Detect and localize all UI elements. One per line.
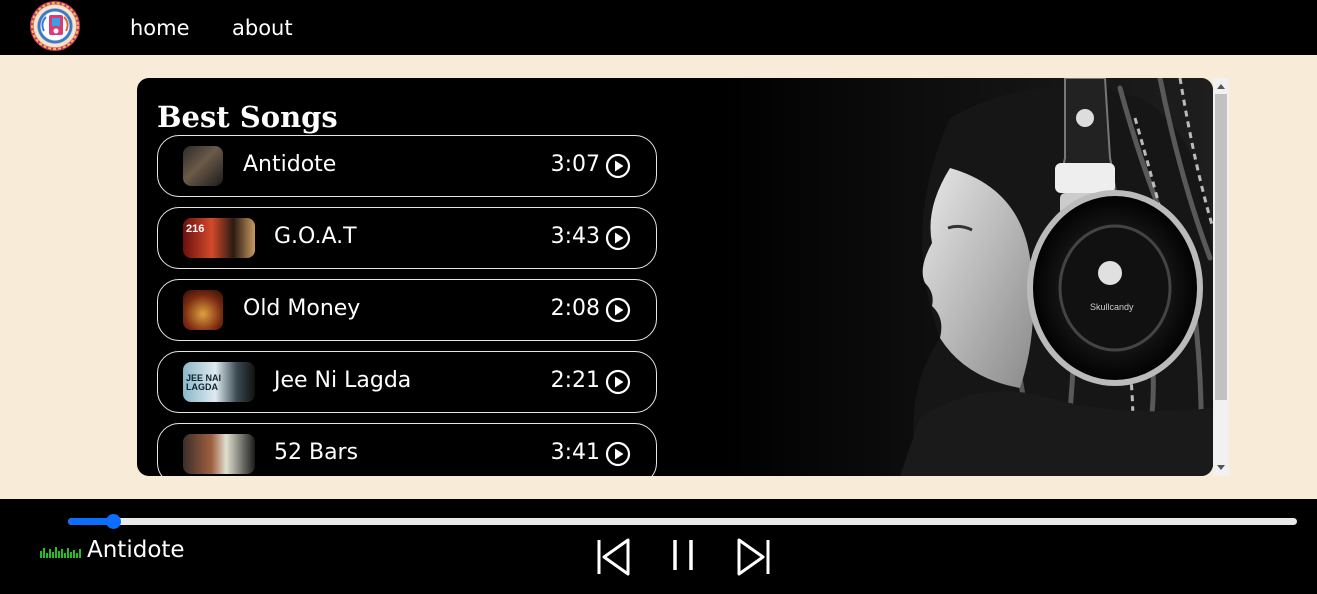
play-circle-icon[interactable] [605,225,631,251]
song-duration: 3:41 [550,440,600,465]
song-name: Antidote [243,152,337,177]
card-title: Best Songs [157,100,338,134]
scroll-up-arrow-icon[interactable] [1217,84,1225,89]
woman-with-headphones-photo: Skullcandy [720,78,1213,476]
player-bar: Antidote [0,499,1317,594]
scrollbar[interactable] [1213,78,1229,476]
song-duration: 3:07 [550,152,600,177]
scroll-down-arrow-icon[interactable] [1217,465,1225,470]
skip-next-icon[interactable] [736,537,772,577]
equalizer-gif-icon [40,547,81,558]
song-duration: 2:08 [550,296,600,321]
album-cover-old-money [183,290,223,330]
song-duration: 3:43 [550,224,600,249]
song-name: Old Money [243,296,361,321]
navbar: home about [0,0,1317,55]
nav-link-home[interactable]: home [130,16,190,40]
pause-icon[interactable] [666,537,702,577]
skip-previous-icon[interactable] [596,537,632,577]
progress-knob[interactable] [106,514,122,529]
song-name: Jee Ni Lagda [274,368,412,393]
album-cover-antidote [183,146,223,186]
play-circle-icon[interactable] [605,153,631,179]
play-circle-icon[interactable] [605,369,631,395]
play-circle-icon[interactable] [605,441,631,467]
album-cover-goat: 216 [183,218,255,258]
nav-link-about[interactable]: about [232,16,293,40]
album-cover-text: 216 [186,223,205,235]
song-duration: 2:21 [550,368,600,393]
song-name: 52 Bars [274,440,359,465]
song-list: Antidote 3:07 216 G.O.A.T 3:43 Old Money… [157,135,657,476]
headphone-brand-text: Skullcandy [1090,302,1134,312]
progress-slider[interactable] [68,514,1297,529]
album-cover-text: JEE NAI LAGDA [186,373,222,392]
song-item-52-bars[interactable]: 52 Bars 3:41 [157,423,657,476]
music-logo-icon[interactable] [30,1,80,51]
song-item-old-money[interactable]: Old Money 2:08 [157,279,657,341]
song-item-goat[interactable]: 216 G.O.A.T 3:43 [157,207,657,269]
scrollbar-thumb[interactable] [1215,94,1227,400]
album-cover-jee-ni-lagda: JEE NAI LAGDA [183,362,255,402]
song-item-antidote[interactable]: Antidote 3:07 [157,135,657,197]
play-circle-icon[interactable] [605,297,631,323]
now-playing-title: Antidote [87,537,185,563]
song-name: G.O.A.T [274,224,357,249]
song-item-jee-ni-lagda[interactable]: JEE NAI LAGDA Jee Ni Lagda 2:21 [157,351,657,413]
songs-card: Best Songs Antidote 3:07 216 G.O.A.T 3:4… [137,78,1213,476]
album-cover-52-bars [183,434,255,474]
